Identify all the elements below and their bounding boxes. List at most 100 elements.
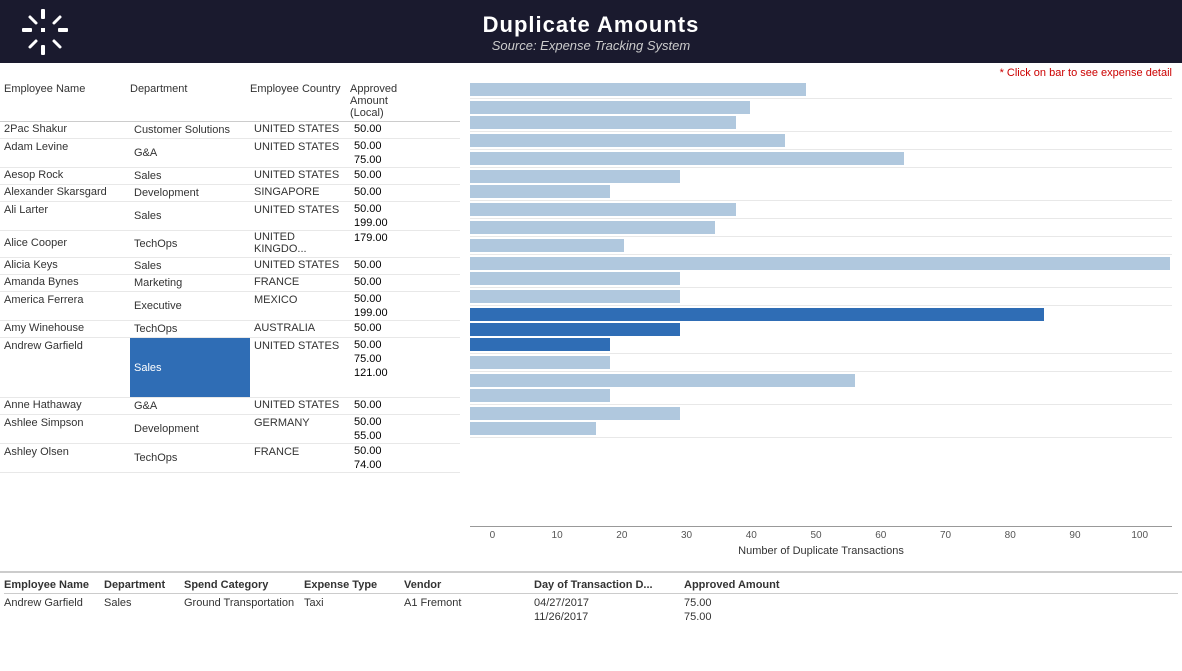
- table-row[interactable]: Alice Cooper TechOps UNITED KINGDO... 17…: [0, 231, 460, 258]
- bar[interactable]: [470, 257, 1170, 270]
- table-row[interactable]: Ashlee Simpson Development GERMANY 50.00…: [0, 415, 460, 444]
- cell-dept: G&A: [130, 139, 250, 167]
- bars[interactable]: [470, 81, 1172, 438]
- bottom-table-row: 11/26/2017 75.00: [4, 610, 1178, 624]
- table-row[interactable]: America Ferrera Executive MEXICO 50.0019…: [0, 292, 460, 321]
- table-row[interactable]: Adam Levine G&A UNITED STATES 50.0075.00: [0, 139, 460, 168]
- bar-group[interactable]: [470, 405, 1172, 438]
- cell-dept: Executive: [130, 292, 250, 320]
- table-row[interactable]: Ali Larter Sales UNITED STATES 50.00199.…: [0, 202, 460, 231]
- table-row[interactable]: Andrew Garfield Sales UNITED STATES 50.0…: [0, 338, 460, 398]
- bar[interactable]: [470, 323, 680, 336]
- click-hint: * Click on bar to see expense detail: [0, 63, 1182, 81]
- cell-dept: Sales: [130, 338, 250, 397]
- x-axis: 0102030405060708090100 Number of Duplica…: [470, 526, 1172, 557]
- bar[interactable]: [470, 389, 610, 402]
- cell-name: Andrew Garfield: [0, 338, 130, 354]
- bar[interactable]: [470, 422, 596, 435]
- bar-group[interactable]: [470, 255, 1172, 288]
- bar-group[interactable]: [470, 372, 1172, 405]
- bottom-col-day: Day of Transaction D...: [534, 579, 684, 591]
- bottom-rows: Andrew Garfield Sales Ground Transportat…: [4, 596, 1178, 624]
- bottom-table: Employee Name Department Spend Category …: [0, 571, 1182, 671]
- col-header-employee: Employee Name: [0, 83, 130, 119]
- bar-group[interactable]: [470, 354, 1172, 372]
- cell-name: Ali Larter: [0, 202, 130, 218]
- cell-amounts: 50.00199.00: [350, 292, 420, 320]
- cell-country: UNITED KINGDO...: [250, 231, 350, 257]
- cell-name: Alicia Keys: [0, 259, 130, 273]
- cell-dept: TechOps: [130, 321, 250, 337]
- cell-country: UNITED STATES: [250, 169, 350, 183]
- bar-group[interactable]: [470, 81, 1172, 99]
- main-content: Employee Name Department Employee Countr…: [0, 81, 1182, 571]
- table-row[interactable]: Amanda Bynes Marketing FRANCE 50.00: [0, 275, 460, 292]
- bar[interactable]: [470, 374, 855, 387]
- bar[interactable]: [470, 290, 680, 303]
- bar-group[interactable]: [470, 168, 1172, 201]
- b-expense: Taxi: [304, 597, 404, 609]
- cell-dept: TechOps: [130, 444, 250, 472]
- x-tick: 90: [1043, 530, 1108, 541]
- bottom-col-expense: Expense Type: [304, 579, 404, 591]
- cell-name: Alice Cooper: [0, 237, 130, 251]
- bar-group[interactable]: [470, 306, 1172, 354]
- table-row[interactable]: Alexander Skarsgard Development SINGAPOR…: [0, 185, 460, 202]
- bar[interactable]: [470, 239, 624, 252]
- table-row[interactable]: Anne Hathaway G&A UNITED STATES 50.00: [0, 398, 460, 415]
- cell-amounts: 50.00: [350, 168, 420, 182]
- table-row[interactable]: Alicia Keys Sales UNITED STATES 50.00: [0, 258, 460, 275]
- bar[interactable]: [470, 407, 680, 420]
- cell-country: UNITED STATES: [250, 338, 350, 354]
- table-row[interactable]: Ashley Olsen TechOps FRANCE 50.0074.00: [0, 444, 460, 473]
- cell-name: Amy Winehouse: [0, 322, 130, 336]
- b-dept: [104, 611, 184, 623]
- bar[interactable]: [470, 272, 680, 285]
- bar[interactable]: [470, 134, 785, 147]
- b-vendor: A1 Fremont: [404, 597, 534, 609]
- bar-group[interactable]: [470, 288, 1172, 306]
- cell-amounts: 50.00: [350, 321, 420, 335]
- x-tick: 60: [848, 530, 913, 541]
- bar-group[interactable]: [470, 99, 1172, 132]
- x-tick: 50: [784, 530, 849, 541]
- bar-group[interactable]: [470, 237, 1172, 255]
- bar[interactable]: [470, 101, 750, 114]
- col-header-department: Department: [130, 83, 250, 119]
- table-row[interactable]: Aesop Rock Sales UNITED STATES 50.00: [0, 168, 460, 185]
- b-spend: [184, 611, 304, 623]
- bar[interactable]: [470, 185, 610, 198]
- bar[interactable]: [470, 170, 680, 183]
- col-header-country: Employee Country: [250, 83, 350, 119]
- cell-country: MEXICO: [250, 292, 350, 308]
- bar[interactable]: [470, 356, 610, 369]
- cell-country: UNITED STATES: [250, 202, 350, 218]
- bar-group[interactable]: [470, 150, 1172, 168]
- cell-dept: Customer Solutions: [130, 122, 250, 138]
- bar[interactable]: [470, 83, 806, 96]
- table-row[interactable]: 2Pac Shakur Customer Solutions UNITED ST…: [0, 122, 460, 139]
- bar[interactable]: [470, 116, 736, 129]
- cell-country: GERMANY: [250, 415, 350, 431]
- header: Duplicate Amounts Source: Expense Tracki…: [0, 0, 1182, 63]
- bar[interactable]: [470, 308, 1044, 321]
- table-row[interactable]: Amy Winehouse TechOps AUSTRALIA 50.00: [0, 321, 460, 338]
- bar[interactable]: [470, 338, 610, 351]
- cell-amounts: 50.0075.00: [350, 139, 420, 167]
- x-tick: 30: [654, 530, 719, 541]
- bottom-col-vendor: Vendor: [404, 579, 534, 591]
- bar-group[interactable]: [470, 219, 1172, 237]
- bar-group[interactable]: [470, 132, 1172, 150]
- bar[interactable]: [470, 221, 715, 234]
- bar[interactable]: [470, 203, 736, 216]
- logo: [20, 7, 70, 57]
- x-axis-label: Number of Duplicate Transactions: [470, 545, 1172, 557]
- cell-dept: Sales: [130, 258, 250, 274]
- table-headers: Employee Name Department Employee Countr…: [0, 81, 460, 122]
- cell-dept: TechOps: [130, 231, 250, 257]
- bar-group[interactable]: [470, 201, 1172, 219]
- cell-country: UNITED STATES: [250, 123, 350, 137]
- cell-country: AUSTRALIA: [250, 322, 350, 336]
- bar[interactable]: [470, 152, 904, 165]
- cell-amounts: 50.00: [350, 122, 420, 136]
